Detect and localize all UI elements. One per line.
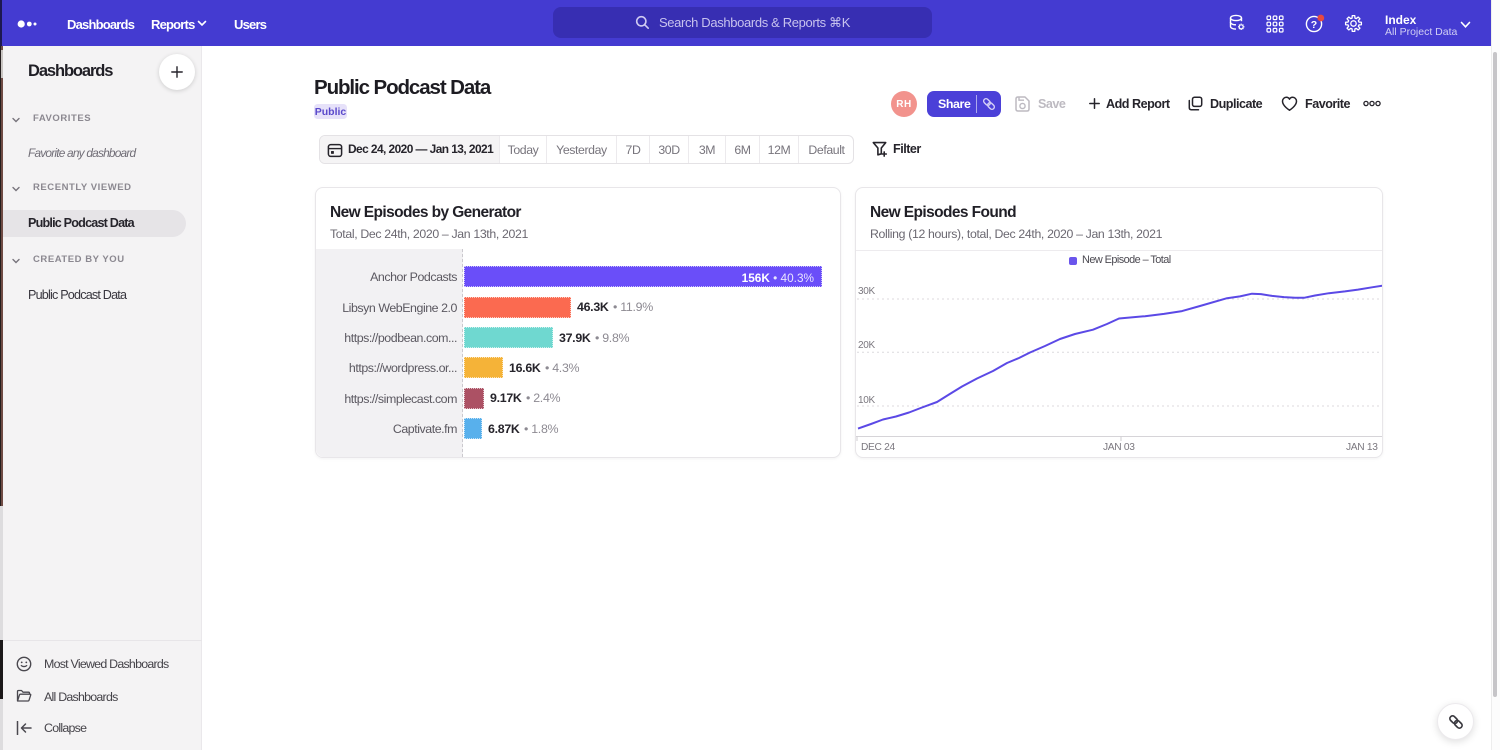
svg-text:?: ? — [1311, 19, 1317, 31]
